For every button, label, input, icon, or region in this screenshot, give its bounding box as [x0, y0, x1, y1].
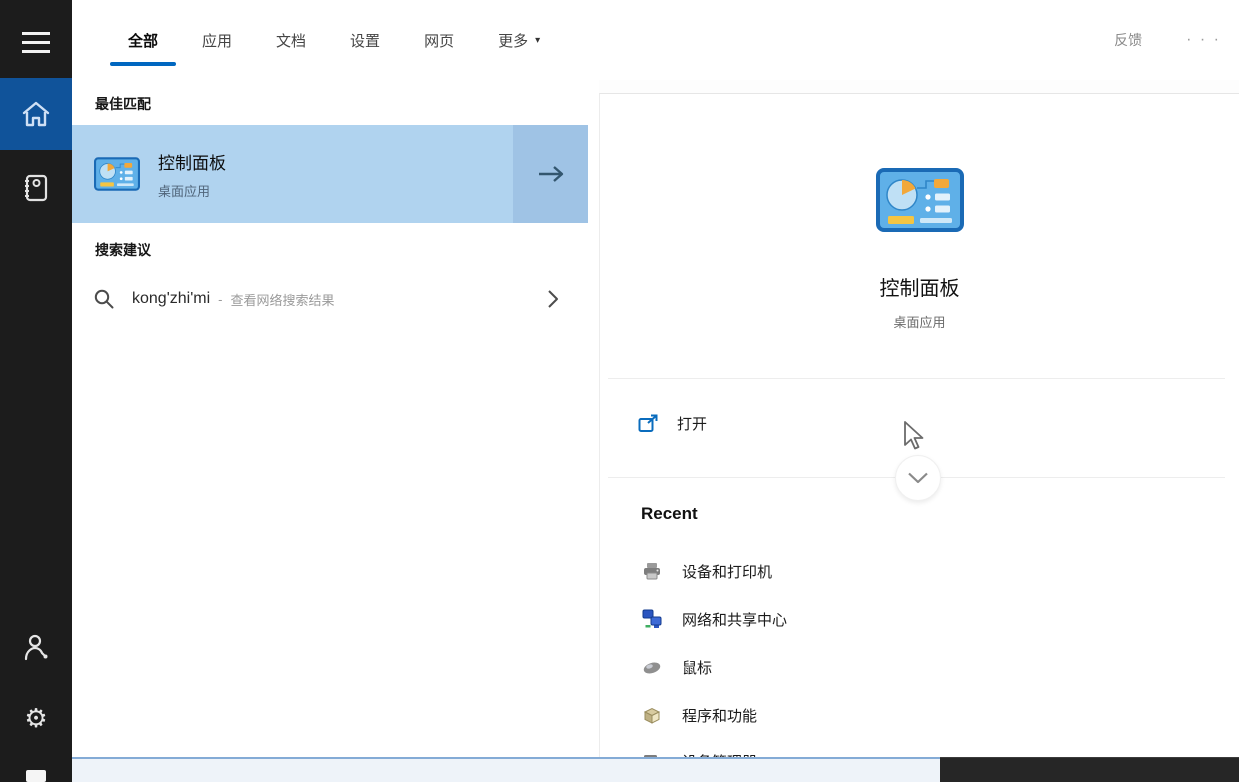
taskbar-edge	[940, 757, 1239, 782]
recent-item-devices-printers[interactable]: 设备和打印机	[622, 556, 1182, 586]
taskbar-search-box-edge[interactable]	[72, 757, 940, 782]
chevron-down-icon[interactable]	[895, 455, 941, 501]
recent-item-programs-features[interactable]: 程序和功能	[622, 700, 1182, 730]
active-tab-underline	[110, 62, 176, 66]
recent-item-label: 鼠标	[682, 657, 712, 678]
preview-panel: 控制面板 桌面应用 打开 Recent 设备和打印	[599, 93, 1239, 782]
tab-web-label: 网页	[424, 30, 454, 51]
suggestion-separator: -	[218, 292, 222, 307]
divider	[608, 378, 1225, 379]
best-match-item[interactable]: 控制面板 桌面应用	[72, 125, 588, 223]
best-match-text: 控制面板 桌面应用	[158, 149, 513, 200]
arrow-right-glyph	[536, 163, 566, 185]
tab-more[interactable]: 更多 ▾	[480, 0, 558, 80]
more-options-icon[interactable]: · · ·	[1186, 31, 1221, 49]
suggestion-hint: 查看网络搜索结果	[230, 290, 334, 309]
chevron-down-glyph	[906, 471, 930, 485]
hamburger-menu-icon[interactable]	[0, 22, 72, 62]
feedback-button[interactable]: 反馈	[1114, 30, 1142, 50]
best-match-header: 最佳匹配	[95, 94, 151, 114]
best-match-title: 控制面板	[158, 149, 513, 174]
chevron-down-icon: ▾	[535, 35, 540, 46]
open-label: 打开	[677, 413, 707, 434]
network-sharing-icon	[642, 609, 662, 629]
recent-item-mouse[interactable]: 鼠标	[622, 652, 1182, 682]
recent-item-network-sharing[interactable]: 网络和共享中心	[622, 604, 1182, 634]
tab-all-label: 全部	[128, 30, 158, 51]
recent-item-label: 设备和打印机	[682, 561, 772, 582]
recent-item-label: 网络和共享中心	[682, 609, 787, 630]
control-panel-icon	[876, 168, 964, 232]
arrow-right-icon[interactable]	[513, 125, 588, 223]
suggestions-header: 搜索建议	[95, 240, 151, 260]
sidebar: ⚙	[0, 0, 72, 782]
tab-all[interactable]: 全部	[110, 0, 176, 80]
tab-settings[interactable]: 设置	[332, 0, 398, 80]
notebook-icon-glyph	[22, 173, 50, 203]
home-icon-glyph	[21, 100, 51, 128]
filter-tabs: 全部 应用 文档 设置 网页 更多 ▾	[110, 0, 558, 80]
tab-apps-label: 应用	[202, 30, 232, 51]
preview-title: 控制面板	[600, 272, 1239, 301]
tab-web[interactable]: 网页	[406, 0, 472, 80]
home-icon[interactable]	[0, 78, 72, 150]
programs-features-icon	[642, 705, 662, 725]
notebook-icon[interactable]	[0, 160, 72, 216]
account-icon[interactable]	[0, 620, 72, 674]
recent-header: Recent	[641, 504, 698, 524]
taskbar-start-partial-icon	[26, 770, 46, 782]
results-panel: 最佳匹配 控制面板 桌面应用	[72, 80, 599, 757]
topbar-right: 反馈 · · ·	[1114, 0, 1221, 80]
mouse-icon	[642, 657, 662, 677]
preview-subtitle: 桌面应用	[600, 312, 1239, 331]
tab-apps[interactable]: 应用	[184, 0, 250, 80]
devices-printers-icon	[642, 561, 662, 581]
open-launch-icon	[638, 414, 659, 433]
gear-glyph: ⚙	[24, 705, 47, 731]
tab-settings-label: 设置	[350, 30, 380, 51]
settings-gear-icon[interactable]: ⚙	[0, 690, 72, 746]
search-icon	[93, 288, 115, 310]
search-suggestion-item[interactable]: kong'zhi'mi - 查看网络搜索结果	[72, 270, 588, 328]
windows-search-flyout: ⚙ 全部 应用 文档 设置 网页 更多 ▾	[0, 0, 1239, 782]
recent-item-label: 程序和功能	[682, 705, 757, 726]
control-panel-icon	[94, 154, 140, 194]
search-filter-bar: 全部 应用 文档 设置 网页 更多 ▾ 反馈 · · ·	[72, 0, 1239, 80]
account-icon-glyph	[22, 632, 50, 662]
suggestion-query: kong'zhi'mi	[132, 290, 210, 308]
tab-documents-label: 文档	[276, 30, 306, 51]
best-match-subtitle: 桌面应用	[158, 181, 513, 200]
tab-more-label: 更多	[498, 30, 528, 51]
open-action[interactable]: 打开	[638, 408, 707, 438]
tab-documents[interactable]: 文档	[258, 0, 324, 80]
chevron-right-icon	[546, 288, 560, 310]
